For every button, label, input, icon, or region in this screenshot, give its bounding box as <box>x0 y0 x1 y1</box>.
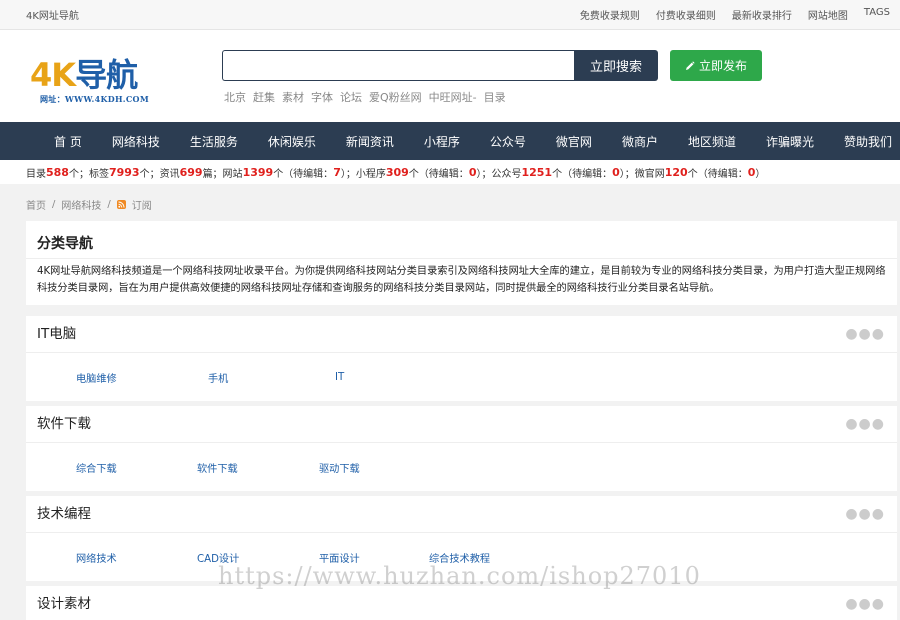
nav-news[interactable]: 新闻资讯 <box>331 133 409 150</box>
hotword[interactable]: 中旺网址- <box>429 89 477 105</box>
site-stats: 目录 588 个；标签 7993 个；资讯 699 篇；网站 1399 个（待编… <box>0 160 900 184</box>
category-link[interactable]: IT <box>335 372 344 383</box>
category-intro-panel: 分类导航 4K网址导航网络科技频道是一个网络科技网址收录平台。为你提供网络科技网… <box>26 221 897 305</box>
stat-directory-count: 588 <box>46 165 69 179</box>
top-link-sitemap[interactable]: 网站地图 <box>808 7 848 22</box>
intro-text: 4K网址导航网络科技频道是一个网络科技网址收录平台。为你提供网络科技网站分类目录… <box>37 266 886 294</box>
stat-site-pending: 7 <box>333 165 341 179</box>
category-title[interactable]: 技术编程 <box>37 506 91 522</box>
intro-title: 分类导航 <box>26 221 897 259</box>
breadcrumb-current[interactable]: 网络科技 <box>61 197 101 212</box>
nav-entertainment[interactable]: 休闲娱乐 <box>253 133 331 150</box>
category-title[interactable]: 软件下载 <box>37 416 91 432</box>
top-bar: 4K网址导航 免费收录规则 付费收录细则 最新收录排行 网站地图 TAGS <box>0 0 900 30</box>
category-title[interactable]: IT电脑 <box>37 326 76 342</box>
logo-4k: 4K <box>30 56 76 94</box>
nav-official-account[interactable]: 公众号 <box>475 133 541 150</box>
stat-official-pending: 0 <box>612 165 620 179</box>
rss-icon <box>116 199 126 209</box>
site-logo[interactable]: 4K导航 网址：WWW.4KDH.COM <box>30 58 170 110</box>
category-link[interactable]: 综合下载 <box>76 460 197 475</box>
header: 4K导航 网址：WWW.4KDH.COM 立即搜索 立即发布 北京 赶集 素材 … <box>0 30 900 122</box>
stat-site-count: 1399 <box>242 165 274 179</box>
more-dots-icon[interactable]: ●●● <box>845 406 885 443</box>
category-link[interactable]: 手机 <box>208 370 335 385</box>
watermark-text: https://www.huzhan.com/ishop27010 <box>218 562 701 590</box>
category-link[interactable]: 软件下载 <box>197 460 319 475</box>
top-link-paid-rules[interactable]: 付费收录细则 <box>656 7 716 22</box>
subscribe-link[interactable]: 订阅 <box>132 197 152 212</box>
publish-label: 立即发布 <box>698 59 747 73</box>
nav-sponsor[interactable]: 赞助我们 <box>829 133 900 150</box>
nav-home[interactable]: 首 页 <box>36 133 97 150</box>
hotword[interactable]: 字体 <box>311 89 333 105</box>
nav-micro-merchant[interactable]: 微商户 <box>607 133 673 150</box>
more-dots-icon[interactable]: ●●● <box>845 586 885 620</box>
nav-miniprogram[interactable]: 小程序 <box>409 133 475 150</box>
category-panel-design: 设计素材 ●●● <box>26 586 897 620</box>
nav-fraud-exposure[interactable]: 诈骗曝光 <box>751 133 829 150</box>
search-bar: 立即搜索 <box>222 50 658 81</box>
stat-article-count: 699 <box>179 165 203 179</box>
category-link[interactable]: 网络技术 <box>76 550 197 565</box>
stat-microsite-pending: 0 <box>747 165 756 179</box>
nav-region[interactable]: 地区频道 <box>673 133 751 150</box>
stat-official-count: 1251 <box>521 165 553 179</box>
stat-microsite-count: 120 <box>664 165 688 179</box>
hot-keywords: 北京 赶集 素材 字体 论坛 爱Q粉丝网 中旺网址- 目录 <box>224 89 506 105</box>
hotword[interactable]: 论坛 <box>340 89 362 105</box>
top-link-free-rules[interactable]: 免费收录规则 <box>580 7 640 22</box>
search-input[interactable] <box>222 50 574 81</box>
breadcrumb-home[interactable]: 首页 <box>26 197 46 212</box>
more-dots-icon[interactable]: ●●● <box>845 316 885 353</box>
stat-miniprogram-count: 309 <box>385 165 409 179</box>
hotword[interactable]: 北京 <box>224 89 246 105</box>
category-panel-it: IT电脑 ●●● 电脑维修 手机 IT <box>26 316 897 401</box>
breadcrumb-separator: / <box>52 198 56 210</box>
nav-tech[interactable]: 网络科技 <box>97 133 175 150</box>
stat-miniprogram-pending: 0 <box>468 165 477 179</box>
category-items: 综合下载 软件下载 驱动下载 <box>26 443 897 491</box>
top-links: 免费收录规则 付费收录细则 最新收录排行 网站地图 TAGS <box>580 7 890 22</box>
top-link-tags[interactable]: TAGS <box>864 7 890 22</box>
category-title[interactable]: 设计素材 <box>37 596 91 612</box>
category-link[interactable]: 电脑维修 <box>76 370 208 385</box>
more-dots-icon[interactable]: ●●● <box>845 496 885 533</box>
category-link[interactable]: 驱动下载 <box>319 460 360 475</box>
category-items: 电脑维修 手机 IT <box>26 353 897 401</box>
publish-button[interactable]: 立即发布 <box>670 50 762 81</box>
main-nav: 首 页 网络科技 生活服务 休闲娱乐 新闻资讯 小程序 公众号 微官网 微商户 … <box>0 122 900 160</box>
hotword[interactable]: 赶集 <box>253 89 275 105</box>
pencil-icon <box>685 60 695 70</box>
top-link-latest-ranking[interactable]: 最新收录排行 <box>732 7 792 22</box>
hotword[interactable]: 目录 <box>484 89 506 105</box>
breadcrumb-separator: / <box>107 198 111 210</box>
hotword[interactable]: 素材 <box>282 89 304 105</box>
stat-tag-count: 7993 <box>108 165 140 179</box>
nav-life[interactable]: 生活服务 <box>175 133 253 150</box>
site-name[interactable]: 4K网址导航 <box>26 7 79 22</box>
category-panel-software: 软件下载 ●●● 综合下载 软件下载 驱动下载 <box>26 406 897 491</box>
logo-url: 网址：WWW.4KDH.COM <box>40 94 149 104</box>
logo-daohang: 导航 <box>75 56 138 94</box>
nav-micro-site[interactable]: 微官网 <box>541 133 607 150</box>
hotword[interactable]: 爱Q粉丝网 <box>369 89 422 105</box>
search-button[interactable]: 立即搜索 <box>574 50 658 81</box>
breadcrumb: 首页 / 网络科技 / 订阅 <box>0 184 900 224</box>
